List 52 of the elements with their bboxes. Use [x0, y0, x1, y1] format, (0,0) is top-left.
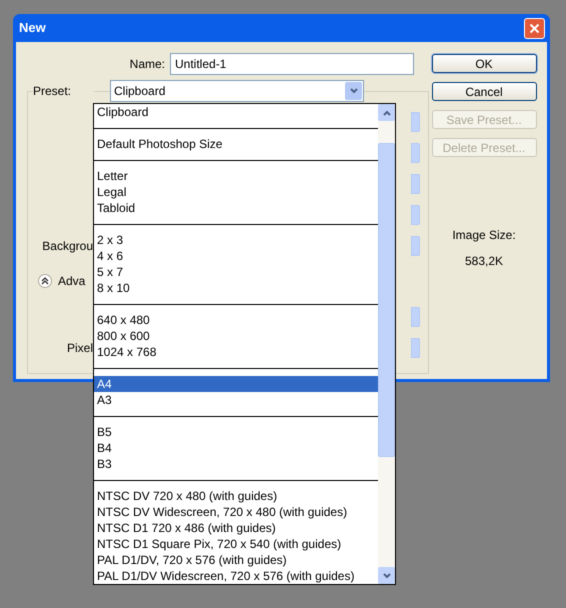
image-size-value: 583,2K [464, 253, 504, 270]
dropdown-button[interactable] [411, 142, 420, 162]
down-chevron-icon [382, 572, 390, 578]
preset-option[interactable]: B4 [94, 440, 378, 456]
preset-dropdown[interactable]: Clipboard [110, 80, 364, 102]
preset-option[interactable]: A3 [94, 392, 378, 408]
dropdown-button[interactable] [411, 112, 420, 132]
field-label: Backgrou [42, 238, 93, 254]
preset-option[interactable]: Tabloid [94, 200, 378, 216]
up-chevron-icon [382, 110, 390, 116]
advanced-label: Adva [58, 273, 86, 290]
preset-option[interactable]: 2 x 3 [94, 232, 378, 248]
preset-option[interactable]: Legal [94, 184, 378, 200]
scroll-down-button[interactable] [378, 567, 395, 584]
dropdown-button[interactable] [411, 174, 420, 194]
dialog-button[interactable]: Cancel [432, 82, 536, 101]
preset-option[interactable]: PAL D1/DV Widescreen, 720 x 576 (with guides) [94, 568, 378, 584]
preset-option[interactable]: 1024 x 768 [94, 344, 378, 360]
preset-option[interactable]: B5 [94, 424, 378, 440]
preset-option[interactable]: Clipboard [94, 104, 378, 120]
expand-toggle[interactable] [38, 274, 52, 288]
preset-option[interactable]: B3 [94, 456, 378, 472]
close-icon [529, 22, 540, 34]
scroll-thumb[interactable] [378, 143, 395, 457]
preset-option[interactable]: 5 x 7 [94, 264, 378, 280]
double-chevron-icon [41, 277, 49, 285]
preset-option[interactable]: 640 x 480 [94, 312, 378, 328]
dropdown-button[interactable] [411, 236, 420, 256]
preset-option[interactable]: 800 x 600 [94, 328, 378, 344]
preset-option[interactable]: A4 [94, 376, 378, 392]
image-size-label: Image Size: [452, 227, 516, 244]
preset-option[interactable]: NTSC D1 Square Pix, 720 x 540 (with guides) [94, 536, 378, 552]
preset-option[interactable]: NTSC D1 720 x 486 (with guides) [94, 520, 378, 536]
preset-option[interactable]: NTSC DV 720 x 480 (with guides) [94, 488, 378, 504]
name-field[interactable]: Untitled-1 [170, 53, 414, 75]
scroll-up-button[interactable] [378, 104, 395, 121]
preset-option[interactable]: PAL D1/DV, 720 x 576 (with guides) [94, 552, 378, 568]
name-label: Name: [128, 56, 165, 73]
dropdown-button[interactable] [411, 306, 420, 326]
down-chevron-icon [350, 88, 358, 94]
preset-option[interactable]: 4 x 6 [94, 248, 378, 264]
window-title: New [19, 19, 46, 38]
dropdown-button[interactable] [411, 338, 420, 358]
dialog-button[interactable]: OK [432, 54, 536, 73]
preset-option[interactable]: NTSC DV Widescreen, 720 x 480 (with guides) [94, 504, 378, 520]
preset-option[interactable]: Default Photoshop Size [94, 136, 378, 152]
field-label: Pixel [66, 340, 93, 356]
dropdown-button[interactable] [411, 204, 420, 224]
preset-option[interactable]: Letter [94, 168, 378, 184]
preset-option[interactable]: 8 x 10 [94, 280, 378, 296]
close-button[interactable] [524, 18, 545, 38]
scrollbar[interactable] [378, 104, 395, 584]
